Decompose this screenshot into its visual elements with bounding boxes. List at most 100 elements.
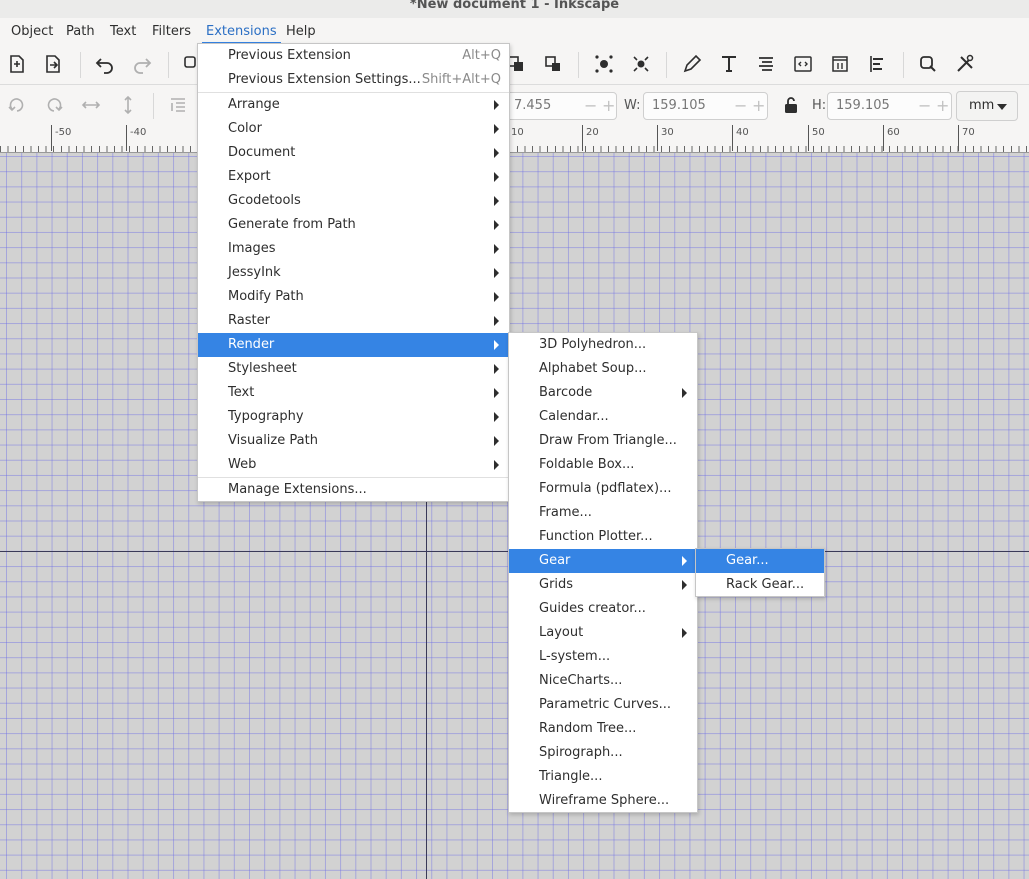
menu-item-frame[interactable]: Frame... [509,501,697,525]
menu-help[interactable]: Help [286,22,316,42]
text-tool-icon[interactable] [717,52,741,76]
ruler-tick [732,125,733,151]
gear-submenu: Gear... Rack Gear... [695,548,825,597]
menu-item-manage-extensions[interactable]: Manage Extensions... [198,478,509,502]
menu-item-random-tree[interactable]: Random Tree... [509,717,697,741]
rotate-cw-icon[interactable] [42,93,66,117]
submenu-arrow-icon [494,460,499,470]
menu-item-gear[interactable]: Gear [509,549,697,573]
menu-item-foldable-box[interactable]: Foldable Box... [509,453,697,477]
submenu-arrow-icon [494,148,499,158]
toolbar-separator [153,93,154,119]
raise-icon[interactable] [166,93,190,117]
menu-item-spirograph[interactable]: Spirograph... [509,741,697,765]
menu-item-calendar[interactable]: Calendar... [509,405,697,429]
plus-icon[interactable]: + [752,96,765,115]
layers-icon[interactable] [828,52,852,76]
ruler-label: 20 [586,127,599,138]
submenu-arrow-icon [494,436,499,446]
menu-item-jessyink[interactable]: JessyInk [198,261,509,285]
menu-item-arrange[interactable]: Arrange [198,93,509,117]
menu-filters[interactable]: Filters [152,22,191,42]
ruler-label: 10 [511,127,524,138]
menu-item-web[interactable]: Web [198,453,509,477]
redo-icon[interactable] [130,52,154,76]
menu-item-color[interactable]: Color [198,117,509,141]
ruler-label: -50 [55,127,72,138]
height-value: 159.105 [836,98,890,113]
toolbar-separator [80,52,81,78]
rotate-ccw-icon[interactable] [5,93,29,117]
menu-object[interactable]: Object [11,22,53,42]
ruler-tick [808,125,809,151]
menu-item-3d-polyhedron[interactable]: 3D Polyhedron... [509,333,697,357]
menu-item-gear-dialog[interactable]: Gear... [696,549,824,573]
x-value: 7.455 [514,98,552,113]
menu-item-previous-extension[interactable]: Previous Extension Alt+Q [198,44,509,68]
menu-item-export[interactable]: Export [198,165,509,189]
x-spinbox[interactable]: 7.455 − + [505,92,617,120]
menu-item-raster[interactable]: Raster [198,309,509,333]
ruler-tick [657,125,658,151]
width-spinbox[interactable]: 159.105 − + [643,92,768,120]
menu-item-guides-creator[interactable]: Guides creator... [509,597,697,621]
menu-item-barcode[interactable]: Barcode [509,381,697,405]
menu-text[interactable]: Text [110,22,136,42]
align-icon[interactable] [754,52,778,76]
node-tool-icon[interactable] [592,52,616,76]
plus-icon[interactable]: + [936,96,949,115]
open-document-icon[interactable] [41,52,65,76]
menu-item-text[interactable]: Text [198,381,509,405]
flip-vertical-icon[interactable] [116,93,140,117]
tool-controls-bar: 7.455 − + W: 159.105 − + H: 159.105 − + … [0,85,1029,125]
zoom-icon[interactable] [916,52,940,76]
menu-item-gcodetools[interactable]: Gcodetools [198,189,509,213]
flip-horizontal-icon[interactable] [79,93,103,117]
minus-icon[interactable]: − [734,96,747,115]
title-bar: *New document 1 - Inkscape [0,0,1029,18]
toolbar-separator [168,52,169,78]
menu-item-draw-from-triangle[interactable]: Draw From Triangle... [509,429,697,453]
menu-item-document[interactable]: Document [198,141,509,165]
menu-path[interactable]: Path [66,22,95,42]
height-spinbox[interactable]: 159.105 − + [827,92,952,120]
menu-item-function-plotter[interactable]: Function Plotter... [509,525,697,549]
menu-item-grids[interactable]: Grids [509,573,697,597]
menu-item-l-system[interactable]: L-system... [509,645,697,669]
minus-icon[interactable]: − [918,96,931,115]
menu-item-formula-pdflatex[interactable]: Formula (pdflatex)... [509,477,697,501]
snap-icon[interactable] [629,52,653,76]
horizontal-ruler: -50 -40 10 20 30 40 50 60 70 [0,125,1029,153]
menu-item-nicecharts[interactable]: NiceCharts... [509,669,697,693]
menu-item-alphabet-soup[interactable]: Alphabet Soup... [509,357,697,381]
lock-icon[interactable] [779,93,803,117]
minus-icon[interactable]: − [584,96,597,115]
ungroup-icon[interactable] [541,52,565,76]
plus-icon[interactable]: + [602,96,615,115]
menu-item-visualize-path[interactable]: Visualize Path [198,429,509,453]
menu-item-layout[interactable]: Layout [509,621,697,645]
new-document-icon[interactable] [5,52,29,76]
ruler-tick [582,125,583,151]
menu-item-rack-gear[interactable]: Rack Gear... [696,573,824,597]
menu-item-parametric-curves[interactable]: Parametric Curves... [509,693,697,717]
menu-item-typography[interactable]: Typography [198,405,509,429]
menu-item-triangle[interactable]: Triangle... [509,765,697,789]
menu-item-previous-extension-settings[interactable]: Previous Extension Settings... Shift+Alt… [198,68,509,92]
units-dropdown[interactable]: mm [956,91,1018,121]
commands-toolbar [0,44,1029,85]
menu-item-generate-from-path[interactable]: Generate from Path [198,213,509,237]
menu-item-images[interactable]: Images [198,237,509,261]
ruler-label: -40 [130,127,147,138]
menu-item-render[interactable]: Render [198,333,509,357]
distribute-icon[interactable] [865,52,889,76]
pen-icon[interactable] [680,52,704,76]
preferences-icon[interactable] [953,52,977,76]
submenu-arrow-icon [494,292,499,302]
xml-editor-icon[interactable] [791,52,815,76]
undo-icon[interactable] [93,52,117,76]
menu-item-stylesheet[interactable]: Stylesheet [198,357,509,381]
menu-item-wireframe-sphere[interactable]: Wireframe Sphere... [509,789,697,813]
menu-extensions[interactable]: Extensions [202,22,281,44]
menu-item-modify-path[interactable]: Modify Path [198,285,509,309]
